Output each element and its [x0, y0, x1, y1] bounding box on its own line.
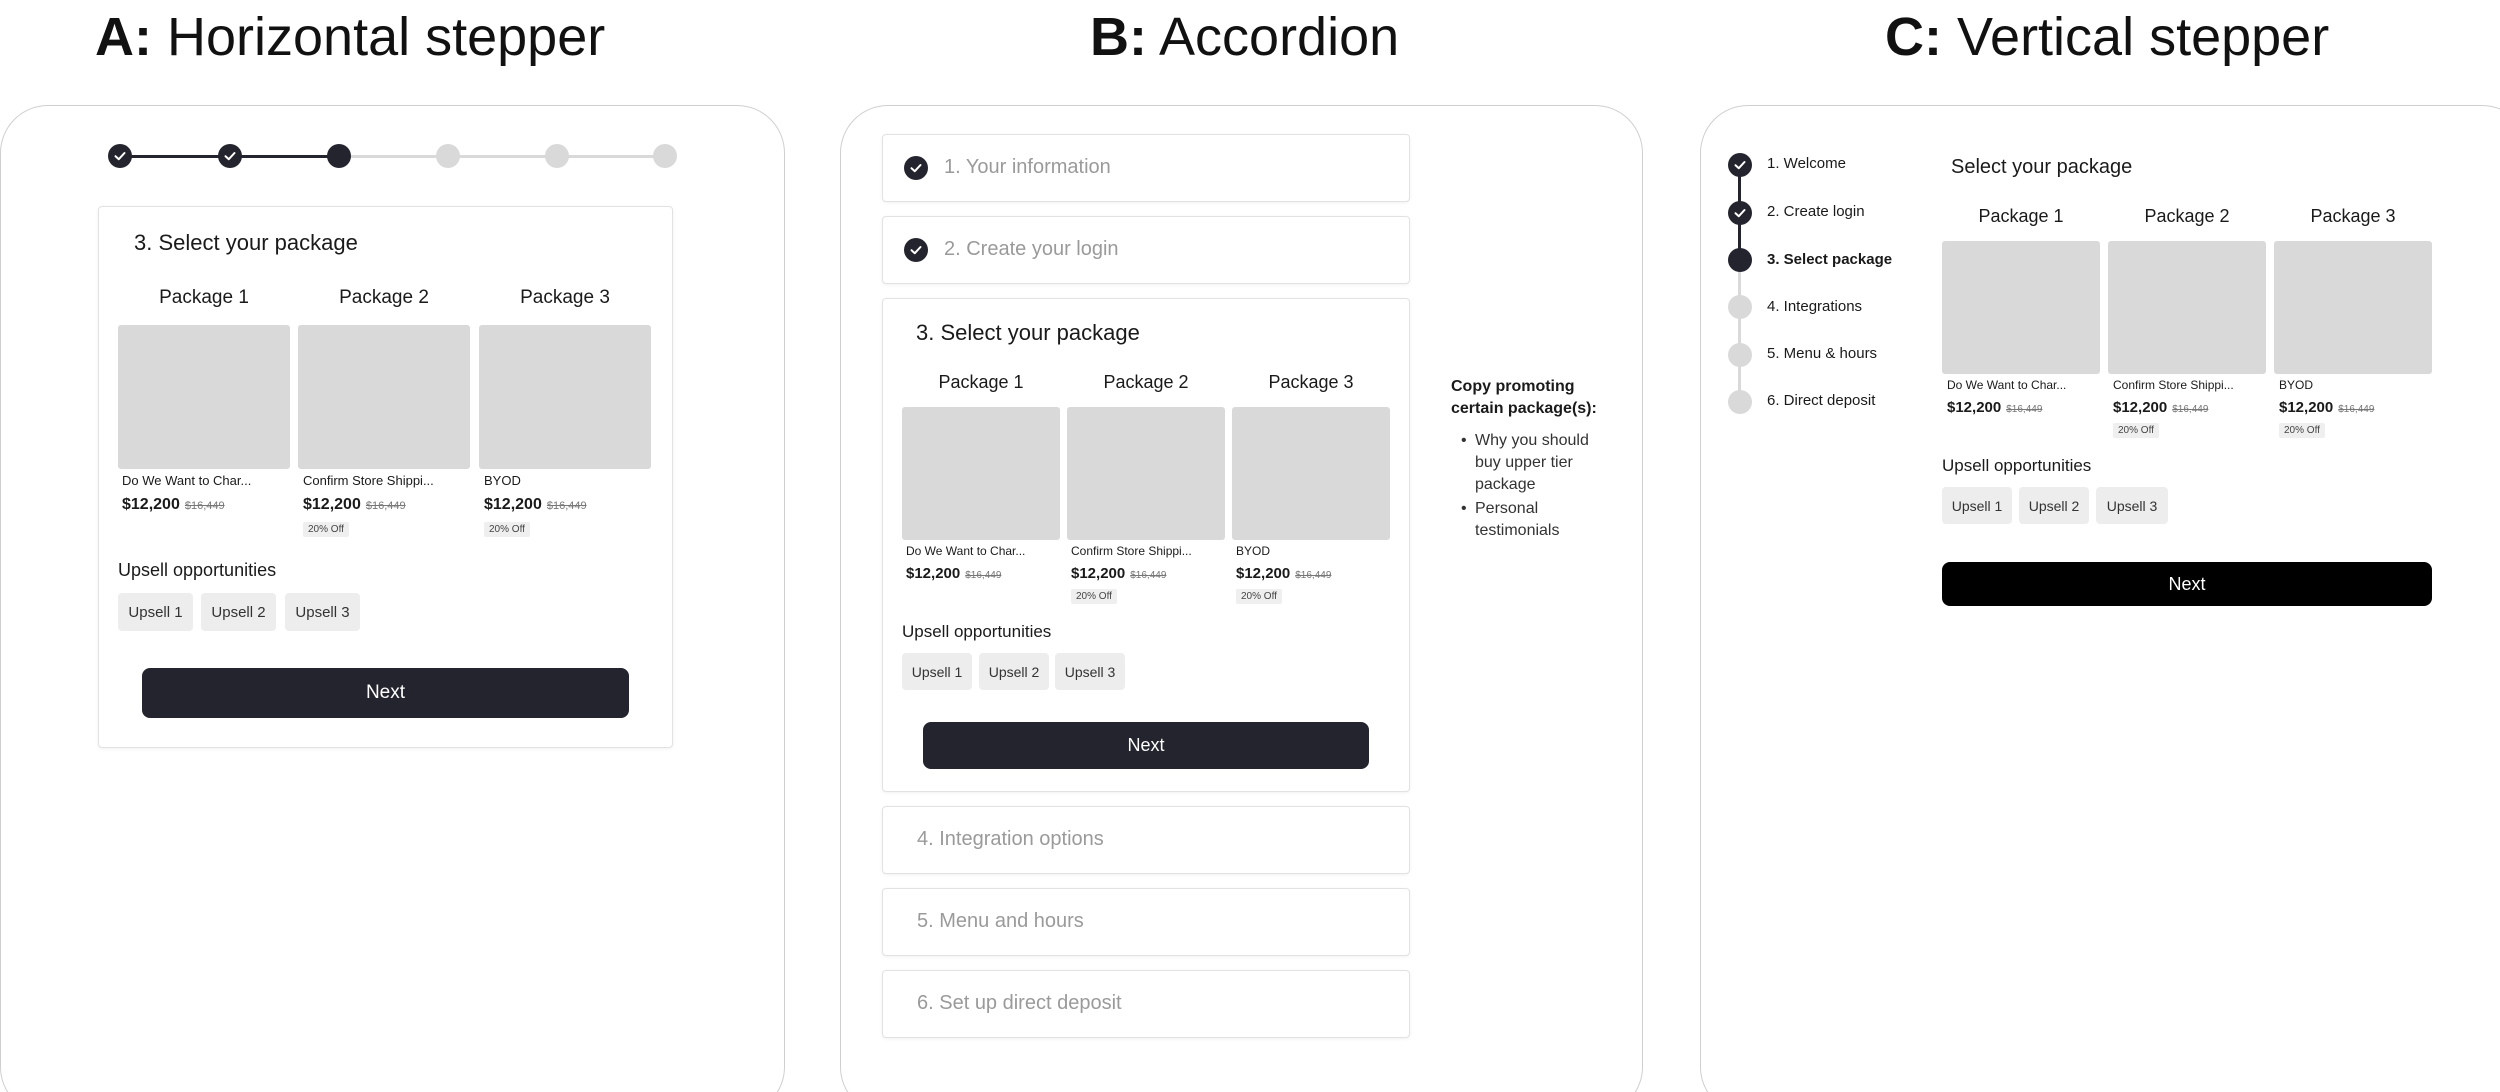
vstep-3-current-dot[interactable]: [1728, 248, 1752, 272]
upsell-chip-2[interactable]: Upsell 2: [979, 653, 1049, 690]
upsell-heading: Upsell opportunities: [1942, 456, 2092, 475]
step-1-check-icon[interactable]: [108, 144, 132, 168]
upsell-chip-1[interactable]: Upsell 1: [1942, 487, 2012, 524]
step-4-dot[interactable]: [436, 144, 460, 168]
package-3-image[interactable]: [1232, 407, 1390, 540]
package-3-discount-badge: 20% Off: [484, 522, 530, 537]
upsell-heading: Upsell opportunities: [118, 560, 277, 580]
package-3-image[interactable]: [2274, 241, 2432, 374]
package-2-discount-badge: 20% Off: [1071, 589, 1117, 604]
package-2-image[interactable]: [298, 325, 470, 469]
section-title-a: A: Horizontal stepper: [95, 7, 606, 67]
upsell-chip-2[interactable]: Upsell 2: [2019, 487, 2089, 524]
package-1-image[interactable]: [1942, 241, 2100, 374]
stepper-line-upcoming: [340, 155, 665, 158]
next-button[interactable]: Next: [923, 722, 1369, 769]
package-3-label: Package 3: [1268, 372, 1354, 392]
package-3-discount-badge: 20% Off: [2279, 423, 2325, 438]
package-2-price: $12,200 $16,449: [2113, 399, 2209, 416]
section-title-c: C: Vertical stepper: [1885, 7, 2330, 67]
package-2-label: Package 2: [339, 287, 429, 308]
vertical-line-upcoming: [1738, 260, 1741, 402]
package-2-label: Package 2: [1103, 372, 1189, 392]
package-1-price: $12,200 $16,449: [906, 565, 1002, 582]
package-2-label: Package 2: [2144, 206, 2230, 226]
package-2-discount-badge: 20% Off: [303, 522, 349, 537]
step-2-check-icon[interactable]: [218, 144, 242, 168]
package-3-name: BYOD: [484, 473, 521, 488]
copy-note-title: Copy promoting certain package(s):: [1451, 378, 1597, 417]
package-1-price: $12,200 $16,449: [1947, 399, 2043, 416]
upsell-heading: Upsell opportunities: [902, 622, 1052, 641]
package-3-name: BYOD: [1236, 544, 1271, 558]
package-1-name: Do We Want to Char...: [122, 473, 252, 488]
vstep-3-label[interactable]: 3. Select package: [1767, 251, 1892, 268]
vstep-6-label[interactable]: 6. Direct deposit: [1767, 392, 1875, 409]
package-2-name: Confirm Store Shippi...: [2113, 378, 2234, 392]
package-2-image[interactable]: [1067, 407, 1225, 540]
package-2-image[interactable]: [2108, 241, 2266, 374]
vstep-1-label[interactable]: 1. Welcome: [1767, 155, 1846, 172]
package-3-price: $12,200 $16,449: [2279, 399, 2375, 416]
accordion-item-1-label: 1. Your information: [944, 156, 1111, 178]
copy-note-bullet: Why you should buy upper tier package: [1457, 430, 1607, 496]
package-2-price: $12,200 $16,449: [303, 496, 406, 513]
upsell-chip-1[interactable]: Upsell 1: [902, 653, 972, 690]
package-1-label: Package 1: [1978, 206, 2064, 226]
package-3-discount-badge: 20% Off: [1236, 589, 1282, 604]
accordion-item-5-label: 5. Menu and hours: [917, 910, 1084, 932]
upsell-chip-2[interactable]: Upsell 2: [201, 593, 276, 631]
step-title: 3. Select your package: [134, 230, 358, 255]
vstep-1-check-icon[interactable]: [1728, 153, 1752, 177]
vstep-2-check-icon[interactable]: [1728, 201, 1752, 225]
package-1-price: $12,200 $16,449: [122, 496, 225, 513]
upsell-chip-3[interactable]: Upsell 3: [2096, 487, 2168, 524]
package-1-image[interactable]: [118, 325, 290, 469]
package-1-image[interactable]: [902, 407, 1060, 540]
package-3-label: Package 3: [520, 287, 610, 308]
vstep-4-label[interactable]: 4. Integrations: [1767, 298, 1862, 315]
package-1-label: Package 1: [938, 372, 1024, 392]
package-3-label: Package 3: [2310, 206, 2396, 226]
copy-note-bullet: Personal testimonials: [1457, 498, 1607, 542]
vstep-5-label[interactable]: 5. Menu & hours: [1767, 345, 1877, 362]
upsell-chip-3[interactable]: Upsell 3: [1055, 653, 1125, 690]
upsell-chip-1[interactable]: Upsell 1: [118, 593, 193, 631]
step-6-dot[interactable]: [653, 144, 677, 168]
vstep-4-dot[interactable]: [1728, 295, 1752, 319]
package-3-price: $12,200 $16,449: [1236, 565, 1332, 582]
package-2-name: Confirm Store Shippi...: [303, 473, 434, 488]
package-2-price: $12,200 $16,449: [1071, 565, 1167, 582]
vertical-step-title: Select your package: [1951, 156, 2133, 178]
next-button[interactable]: Next: [1942, 562, 2432, 606]
copy-note-list: Why you should buy upper tier package Pe…: [1457, 430, 1607, 544]
step-3-current-dot[interactable]: [327, 144, 351, 168]
accordion-item-1-check-icon: [904, 156, 928, 180]
next-button[interactable]: Next: [142, 668, 629, 718]
vstep-5-dot[interactable]: [1728, 343, 1752, 367]
accordion-item-3-title[interactable]: 3. Select your package: [916, 320, 1140, 346]
step-5-dot[interactable]: [545, 144, 569, 168]
accordion-item-2-label: 2. Create your login: [944, 238, 1119, 260]
package-2-discount-badge: 20% Off: [2113, 423, 2159, 438]
package-1-label: Package 1: [159, 287, 249, 308]
accordion-item-2-check-icon: [904, 238, 928, 262]
package-3-image[interactable]: [479, 325, 651, 469]
vstep-2-label[interactable]: 2. Create login: [1767, 203, 1865, 220]
package-2-name: Confirm Store Shippi...: [1071, 544, 1192, 558]
package-3-name: BYOD: [2279, 378, 2314, 392]
upsell-chip-3[interactable]: Upsell 3: [285, 593, 360, 631]
accordion-item-4-label: 4. Integration options: [917, 828, 1104, 850]
package-1-name: Do We Want to Char...: [906, 544, 1026, 558]
vstep-6-dot[interactable]: [1728, 390, 1752, 414]
package-3-price: $12,200 $16,449: [484, 496, 587, 513]
section-title-b: B: Accordion: [1090, 7, 1400, 67]
accordion-item-6-label: 6. Set up direct deposit: [917, 992, 1122, 1014]
package-1-name: Do We Want to Char...: [1947, 378, 2067, 392]
